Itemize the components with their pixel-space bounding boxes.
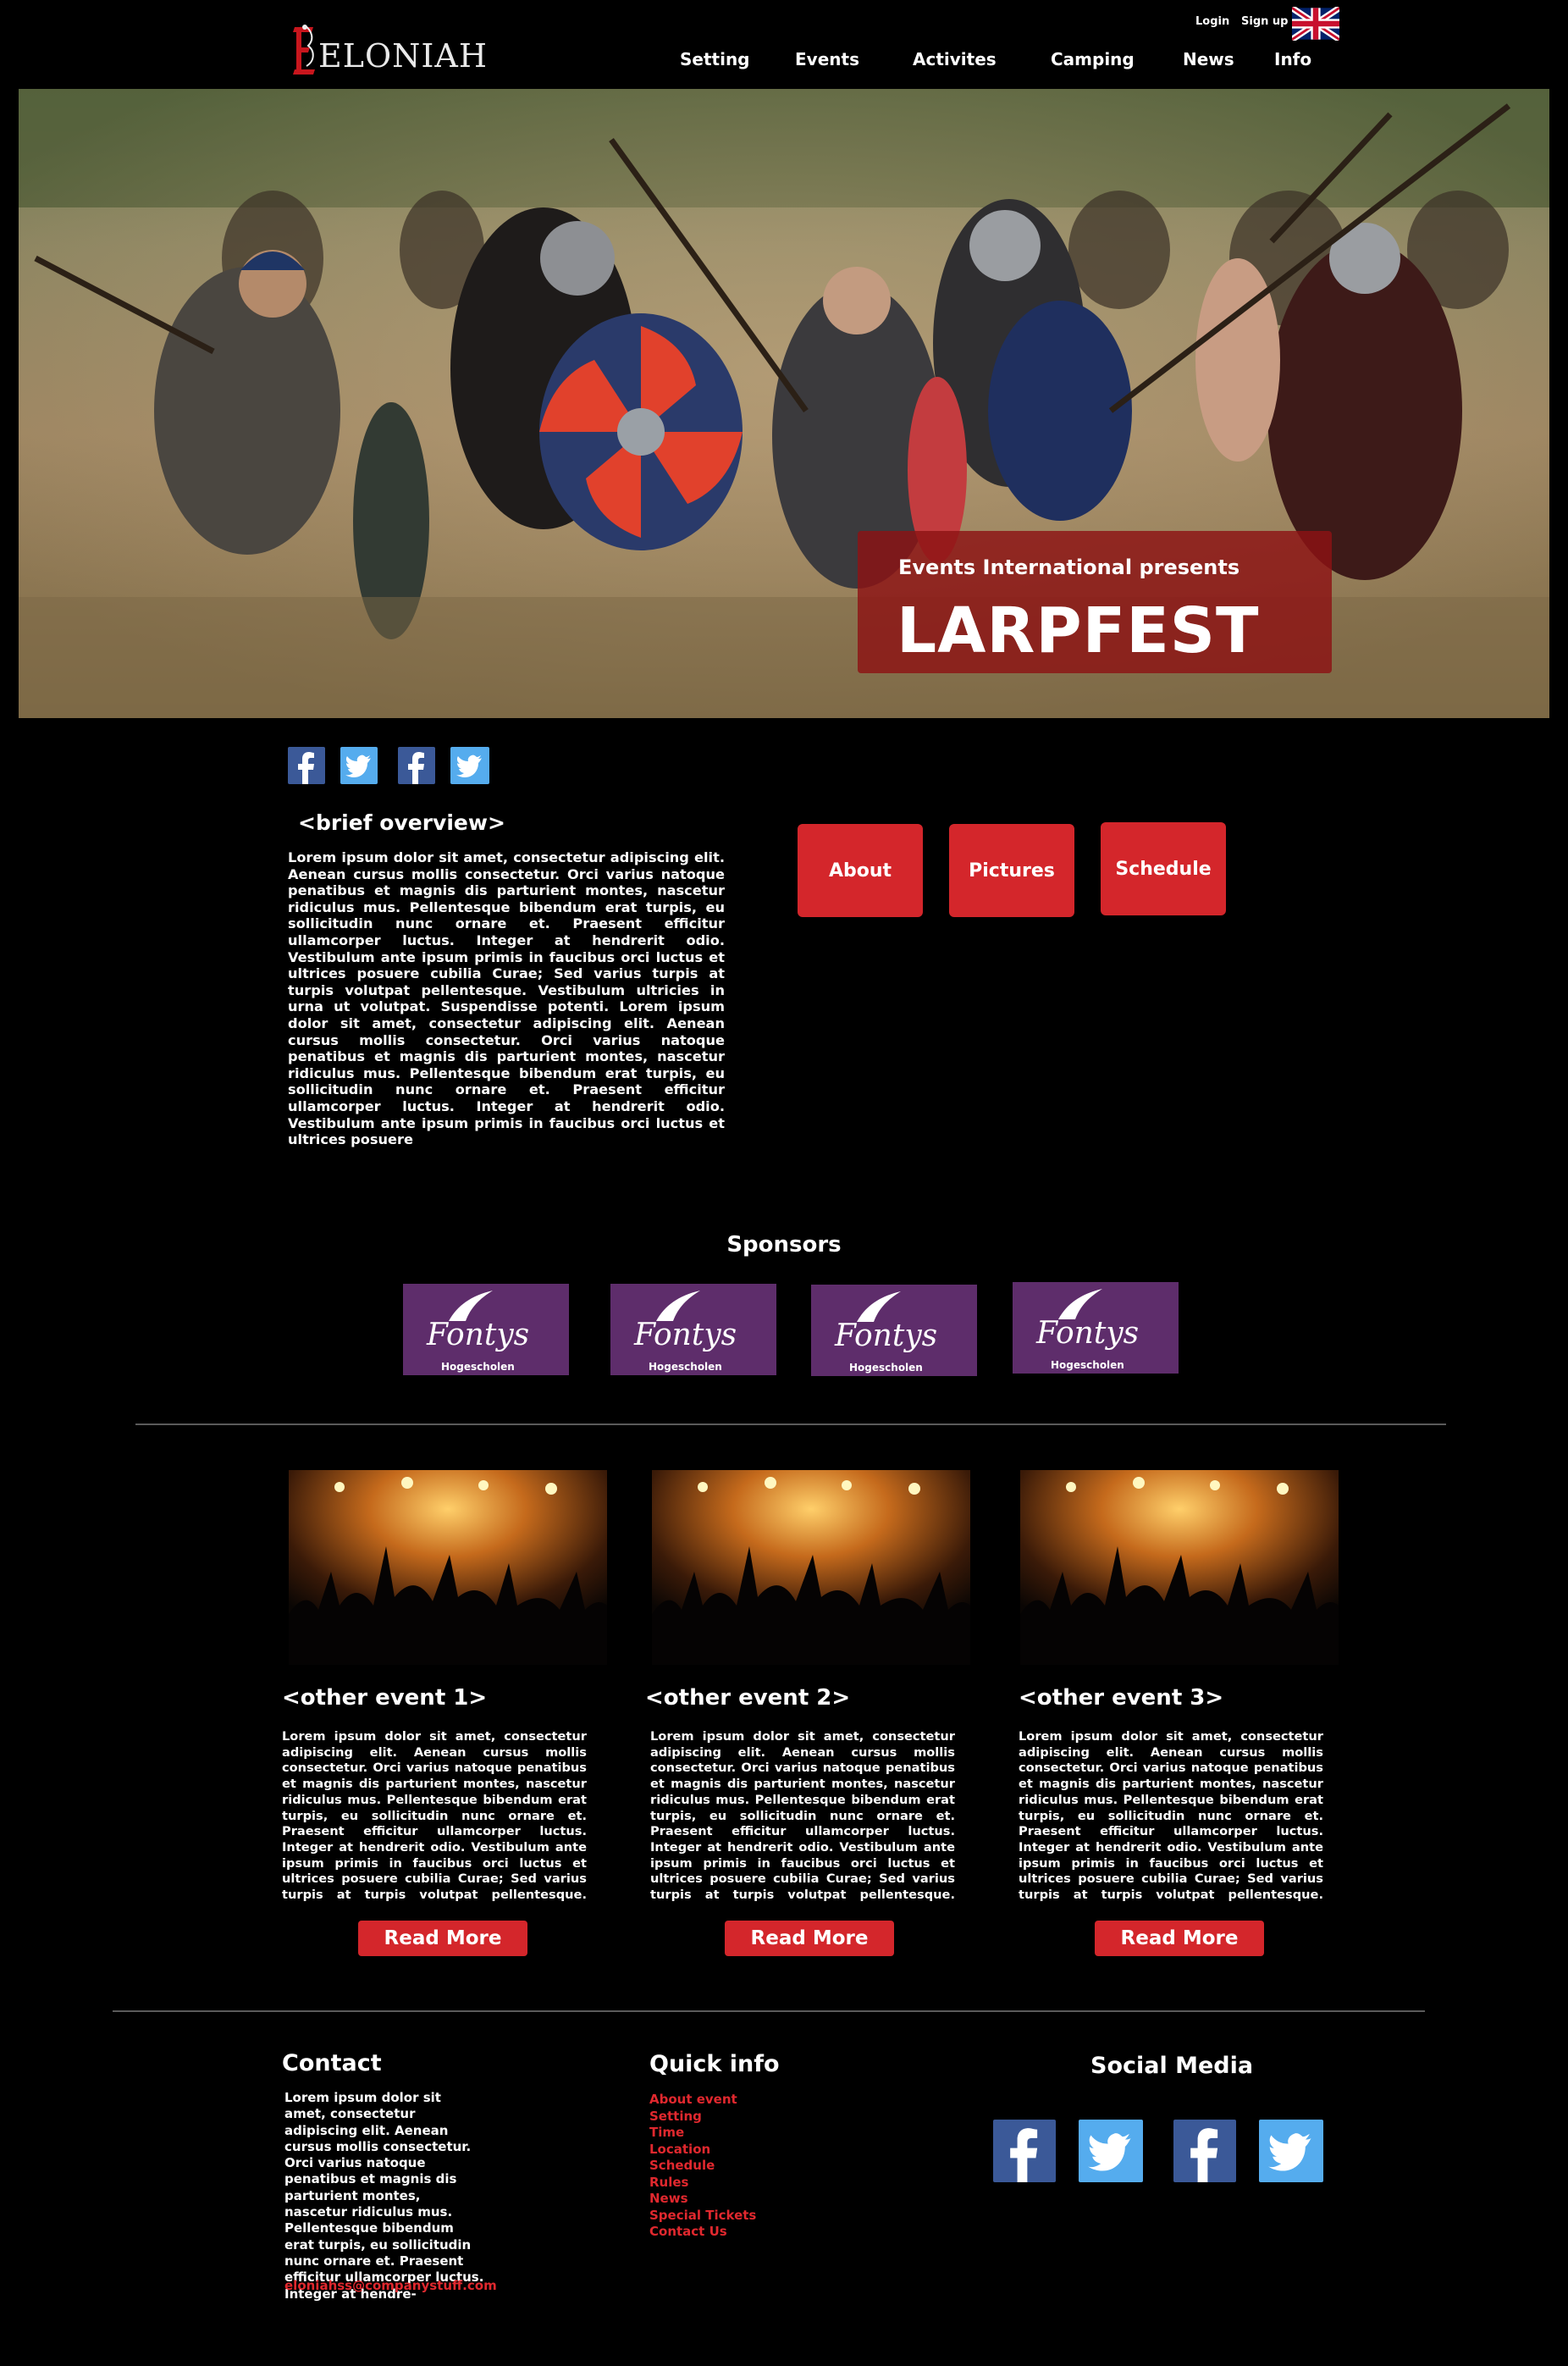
pictures-button[interactable]: Pictures	[949, 824, 1074, 917]
hero-subtitle: Events International presents	[898, 556, 1240, 579]
sponsor-logo[interactable]: Fontys Hogescholen	[610, 1284, 776, 1375]
sponsors-heading: Sponsors	[726, 1232, 842, 1258]
sponsor-brand: Fontys	[634, 1318, 737, 1352]
twitter-icon[interactable]	[1259, 2120, 1323, 2182]
quick-link-location[interactable]: Location	[649, 2142, 756, 2159]
sponsor-sub: Hogescholen	[1051, 1359, 1124, 1371]
contact-text: Lorem ipsum dolor sit amet, consectetur …	[284, 2090, 484, 2302]
quick-link-rules[interactable]: Rules	[649, 2175, 756, 2192]
footer-divider	[113, 2010, 1425, 2012]
sponsor-sub: Hogescholen	[649, 1361, 722, 1373]
section-divider	[135, 1423, 1446, 1425]
read-more-button[interactable]: Read More	[725, 1921, 894, 1956]
sponsor-logo[interactable]: Fontys Hogescholen	[811, 1285, 977, 1376]
read-more-button[interactable]: Read More	[1095, 1921, 1264, 1956]
event-description: Lorem ipsum dolor sit amet, consectetur …	[282, 1729, 587, 1904]
social-media-heading: Social Media	[1090, 2053, 1254, 2079]
twitter-icon[interactable]	[1079, 2120, 1143, 2182]
quick-link-about-event[interactable]: About event	[649, 2092, 756, 2109]
sponsor-sub: Hogescholen	[441, 1361, 515, 1373]
read-more-button[interactable]: Read More	[358, 1921, 527, 1956]
nav-activites[interactable]: Activites	[913, 49, 997, 69]
event-description: Lorem ipsum dolor sit amet, consectetur …	[1019, 1729, 1323, 1904]
event-image[interactable]	[289, 1470, 607, 1665]
facebook-icon[interactable]	[288, 747, 325, 784]
facebook-icon[interactable]	[993, 2120, 1056, 2182]
schedule-button[interactable]: Schedule	[1101, 822, 1226, 915]
site-logo[interactable]: ELONIAH	[286, 22, 487, 81]
brief-overview-text: Lorem ipsum dolor sit amet, consectetur …	[288, 849, 725, 1148]
nav-news[interactable]: News	[1183, 49, 1234, 69]
contact-email-link[interactable]: eloniahss@companystuff.com	[284, 2278, 497, 2293]
sponsor-logo[interactable]: Fontys Hogescholen	[403, 1284, 569, 1375]
sponsor-sub: Hogescholen	[849, 1362, 923, 1374]
event-title: <other event 1>	[282, 1685, 488, 1711]
nav-info[interactable]: Info	[1274, 49, 1311, 69]
sponsor-brand: Fontys	[835, 1318, 938, 1353]
facebook-icon[interactable]	[1173, 2120, 1236, 2182]
login-link[interactable]: Login	[1195, 15, 1229, 28]
quick-info-heading: Quick info	[649, 2051, 780, 2077]
event-description: Lorem ipsum dolor sit amet, consectetur …	[650, 1729, 955, 1904]
sponsor-brand: Fontys	[427, 1318, 530, 1352]
nav-events[interactable]: Events	[795, 49, 859, 69]
quick-link-special-tickets[interactable]: Special Tickets	[649, 2208, 756, 2225]
quick-info-links: About event Setting Time Location Schedu…	[649, 2092, 756, 2241]
nav-setting[interactable]: Setting	[680, 49, 750, 69]
about-button[interactable]: About	[798, 824, 923, 917]
twitter-icon[interactable]	[450, 747, 489, 784]
signup-link[interactable]: Sign up	[1241, 15, 1288, 28]
quick-link-contact-us[interactable]: Contact Us	[649, 2224, 756, 2241]
brief-overview-heading: <brief overview>	[298, 810, 505, 835]
event-image[interactable]	[1020, 1470, 1339, 1665]
event-image[interactable]	[652, 1470, 970, 1665]
hero-title: LARPFEST	[897, 594, 1260, 667]
quick-link-news[interactable]: News	[649, 2191, 756, 2208]
nav-camping[interactable]: Camping	[1051, 49, 1135, 69]
sponsor-logo[interactable]: Fontys Hogescholen	[1013, 1282, 1179, 1374]
event-title: <other event 2>	[645, 1685, 851, 1711]
quick-link-time[interactable]: Time	[649, 2125, 756, 2142]
quick-link-setting[interactable]: Setting	[649, 2109, 756, 2126]
uk-flag-icon[interactable]	[1292, 7, 1339, 41]
contact-heading: Contact	[282, 2050, 382, 2076]
sponsor-brand: Fontys	[1036, 1316, 1140, 1351]
logo-text: ELONIAH	[318, 37, 488, 75]
facebook-icon[interactable]	[398, 747, 435, 784]
event-title: <other event 3>	[1019, 1685, 1224, 1711]
twitter-icon[interactable]	[340, 747, 378, 784]
quick-link-schedule[interactable]: Schedule	[649, 2158, 756, 2175]
